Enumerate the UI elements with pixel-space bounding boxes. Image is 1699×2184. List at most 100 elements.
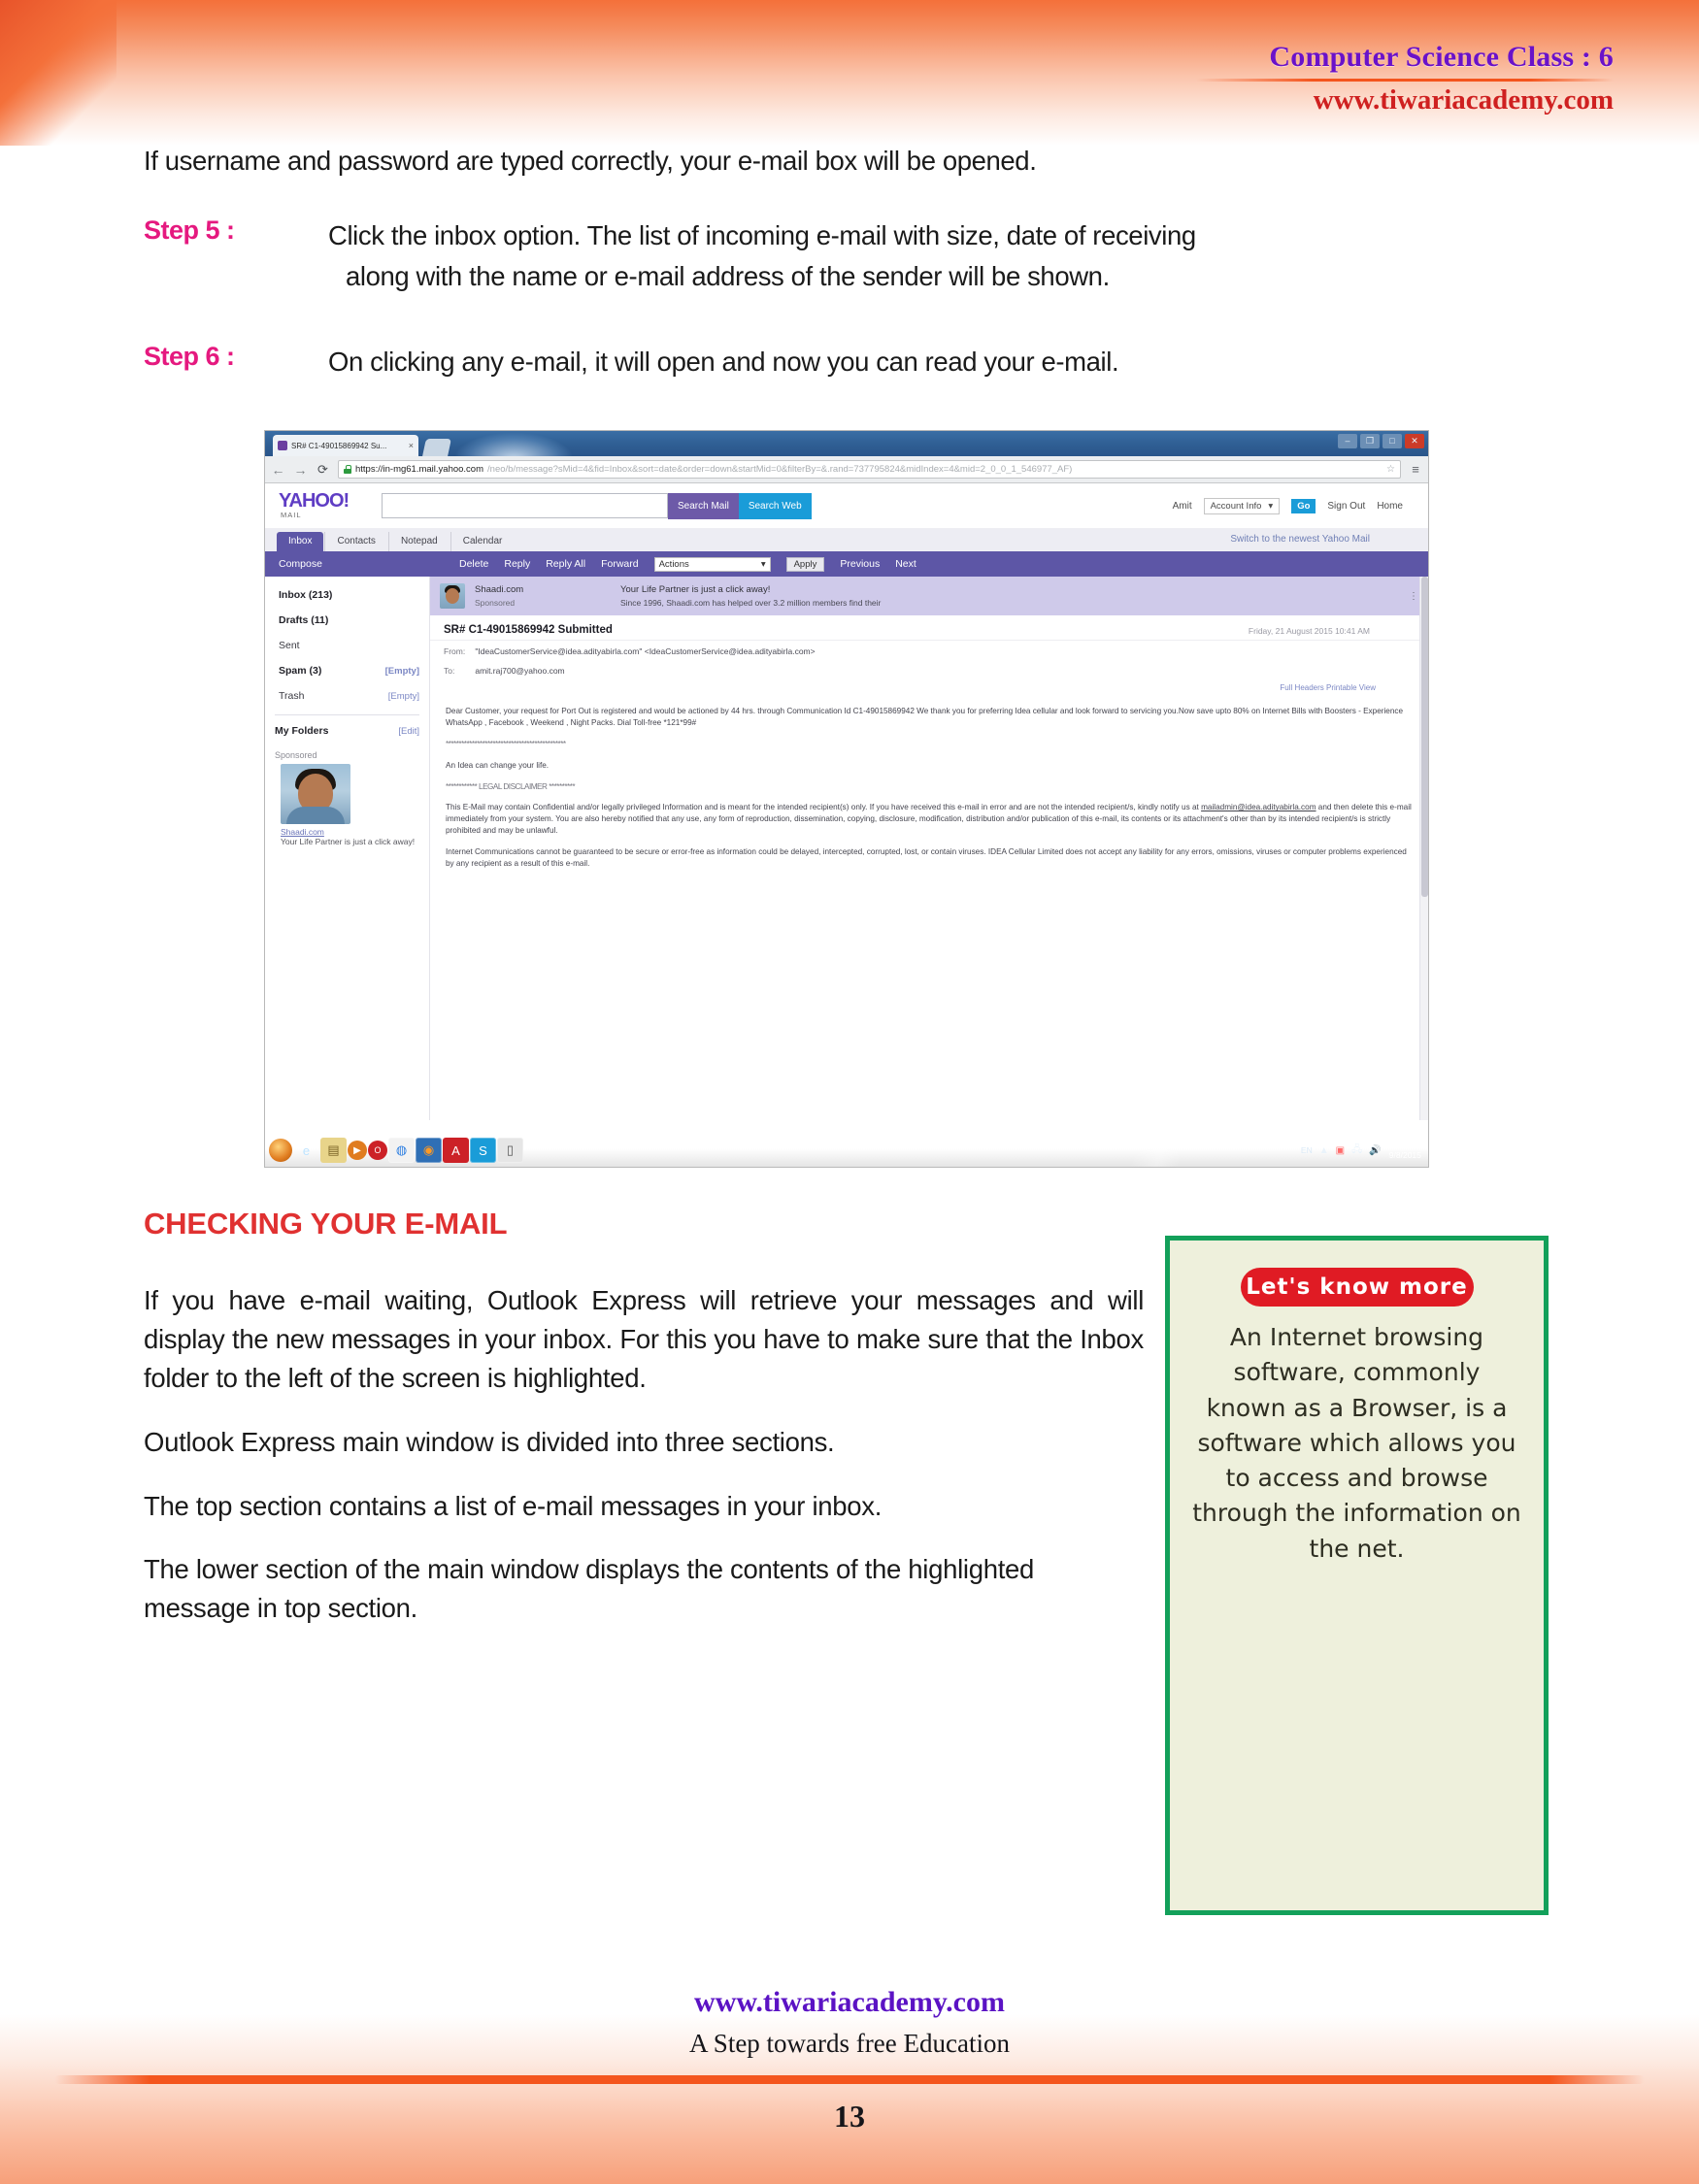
message-reading-pane: Shaadi.com Sponsored Your Life Partner i… xyxy=(430,577,1428,1120)
tab-notepad[interactable]: Notepad xyxy=(387,532,450,551)
system-tray: EN ▲ ▣ 🖧 🔊 11:04 AM 9/8/2015 xyxy=(1301,1140,1422,1160)
skype-icon[interactable]: S xyxy=(470,1138,496,1163)
forward-icon[interactable]: → xyxy=(293,462,308,478)
actions-dropdown[interactable]: Actions ▾ xyxy=(653,556,771,572)
sponsored-ad-link[interactable]: Shaadi.com xyxy=(265,827,429,837)
reply-button[interactable]: Reply xyxy=(504,558,530,570)
folder-trash-empty-link[interactable]: [Empty] xyxy=(388,691,419,702)
reload-icon[interactable]: ⟳ xyxy=(316,462,330,478)
folder-spam[interactable]: Spam (3) [Empty] xyxy=(265,658,429,683)
show-hidden-icons-icon[interactable]: ▲ xyxy=(1319,1145,1329,1156)
clock[interactable]: 11:04 AM 9/8/2015 xyxy=(1388,1140,1422,1160)
bookmark-star-icon[interactable]: ☆ xyxy=(1386,464,1395,475)
folder-trash[interactable]: Trash [Empty] xyxy=(265,683,429,709)
browser-menu-icon[interactable]: ≡ xyxy=(1409,462,1422,477)
lets-know-more-pill: Let's know more xyxy=(1240,1268,1474,1307)
chevron-down-icon: ▾ xyxy=(760,558,766,570)
tab-contacts[interactable]: Contacts xyxy=(324,532,386,551)
browser-title-bar: SR# C1-49015869942 Su... × – ❐ □ ✕ xyxy=(265,431,1428,456)
search-web-button[interactable]: Search Web xyxy=(738,492,812,519)
yahoo-logo[interactable]: YAHOO! MAIL xyxy=(279,491,368,519)
section-paragraph-2: Outlook Express main window is divided i… xyxy=(144,1426,835,1457)
window-close-button[interactable]: ✕ xyxy=(1405,434,1424,448)
inline-ad-banner[interactable]: Shaadi.com Sponsored Your Life Partner i… xyxy=(430,577,1428,615)
language-indicator[interactable]: EN xyxy=(1301,1145,1313,1155)
start-orb-icon[interactable] xyxy=(269,1139,292,1162)
sponsored-ad-text: Your Life Partner is just a click away! xyxy=(281,837,416,846)
page-number: 13 xyxy=(834,2099,865,2134)
window-minimize-button[interactable]: – xyxy=(1338,434,1357,448)
account-info-label: Account Info xyxy=(1210,500,1262,512)
chrome-icon[interactable]: ◍ xyxy=(388,1138,415,1163)
search-mail-button[interactable]: Search Mail xyxy=(668,492,739,519)
mailadmin-email-link[interactable]: mailadmin@idea.adityabirla.com xyxy=(1201,803,1316,811)
footer-divider xyxy=(54,2075,1645,2084)
browser-tab[interactable]: SR# C1-49015869942 Su... × xyxy=(273,435,418,456)
sign-out-link[interactable]: Sign Out xyxy=(1327,501,1365,512)
address-bar[interactable]: https://in-mg61.mail.yahoo.com /neo/b/me… xyxy=(338,460,1401,479)
step-5-label: Step 5 : xyxy=(144,215,235,245)
opera-icon[interactable]: O xyxy=(368,1141,387,1160)
header-divider xyxy=(1196,79,1614,82)
ad-body-text: Since 1996, Shaadi.com has helped over 3… xyxy=(620,597,882,608)
tab-inbox[interactable]: Inbox xyxy=(277,532,324,551)
embedded-screenshot: SR# C1-49015869942 Su... × – ❐ □ ✕ ← → ⟳… xyxy=(264,430,1429,1168)
folder-drafts-label: Drafts (11) xyxy=(279,614,329,626)
mail-search-input[interactable] xyxy=(382,493,668,518)
previous-button[interactable]: Previous xyxy=(840,558,880,570)
home-link[interactable]: Home xyxy=(1377,501,1403,512)
volume-tray-icon[interactable]: 🔊 xyxy=(1369,1145,1381,1156)
yahoo-logo-sub: MAIL xyxy=(281,511,302,519)
ad-sponsored-tag: Sponsored xyxy=(475,597,516,608)
footer-tagline: A Step towards free Education xyxy=(689,2029,1010,2058)
tab-close-icon[interactable]: × xyxy=(409,441,414,450)
folder-sent[interactable]: Sent xyxy=(265,633,429,658)
tab-calendar[interactable]: Calendar xyxy=(450,532,515,551)
scrollbar-thumb[interactable] xyxy=(1421,577,1428,897)
switch-to-new-yahoo-mail-link[interactable]: Switch to the newest Yahoo Mail xyxy=(1230,534,1370,545)
next-button[interactable]: Next xyxy=(895,558,916,570)
browser-toolbar: ← → ⟳ https://in-mg61.mail.yahoo.com /ne… xyxy=(265,456,1428,483)
antivirus-tray-icon[interactable]: ▣ xyxy=(1336,1145,1345,1156)
back-icon[interactable]: ← xyxy=(271,462,285,478)
firefox-icon[interactable]: ◉ xyxy=(416,1138,442,1163)
ad-copy: Your Life Partner is just a click away! … xyxy=(620,583,881,609)
media-player-icon[interactable]: ▶ xyxy=(348,1141,367,1160)
folder-inbox[interactable]: Inbox (213) xyxy=(265,582,429,608)
url-domain: https://in-mg61.mail.yahoo.com xyxy=(355,464,484,475)
adobe-reader-icon[interactable]: A xyxy=(443,1138,469,1163)
section-paragraph-1: If you have e-mail waiting, Outlook Expr… xyxy=(144,1285,1144,1393)
reply-all-button[interactable]: Reply All xyxy=(546,558,585,570)
my-folders-header[interactable]: My Folders [Edit] xyxy=(265,721,429,741)
folder-spam-empty-link[interactable]: [Empty] xyxy=(385,666,419,677)
my-folders-edit-link[interactable]: [Edit] xyxy=(398,726,419,737)
window-maximize-button[interactable]: □ xyxy=(1383,434,1402,448)
reading-pane-scrollbar[interactable] xyxy=(1419,577,1428,1120)
header-website-url: www.tiwariacademy.com xyxy=(1313,84,1614,116)
folder-drafts[interactable]: Drafts (11) xyxy=(265,608,429,633)
from-label: From: xyxy=(444,646,466,656)
forward-button[interactable]: Forward xyxy=(601,558,639,570)
yahoo-mail-header: YAHOO! MAIL Search Mail Search Web Amit … xyxy=(265,483,1428,545)
window-restore-button[interactable]: ❐ xyxy=(1360,434,1380,448)
go-button[interactable]: Go xyxy=(1291,498,1316,513)
message-header: SR# C1-49015869942 Submitted Friday, 21 … xyxy=(430,615,1428,641)
apply-button[interactable]: Apply xyxy=(785,556,825,572)
username-label: Amit xyxy=(1172,500,1192,512)
explorer-folder-icon[interactable]: ▤ xyxy=(320,1138,347,1163)
compose-button[interactable]: Compose xyxy=(279,558,444,570)
footer-website-url: www.tiwariacademy.com xyxy=(694,1986,1005,2018)
delete-button[interactable]: Delete xyxy=(459,558,488,570)
internet-explorer-icon[interactable]: e xyxy=(293,1138,319,1163)
full-headers-link[interactable]: Full Headers Printable View xyxy=(430,676,1428,696)
sponsored-ad-image[interactable] xyxy=(281,764,350,824)
mail-action-toolbar: Compose Delete Reply Reply All Forward A… xyxy=(265,551,1428,577)
network-tray-icon[interactable]: 🖧 xyxy=(1351,1142,1362,1159)
ad-advertiser-name: Shaadi.com xyxy=(475,583,524,595)
new-tab-button[interactable] xyxy=(422,439,451,456)
app-icon[interactable]: ▯ xyxy=(497,1138,523,1163)
message-date: Friday, 21 August 2015 10:41 AM xyxy=(1248,626,1370,636)
ad-menu-icon[interactable]: ⋮ xyxy=(1409,591,1418,602)
browser-tab-title: SR# C1-49015869942 Su... xyxy=(291,441,387,450)
account-info-dropdown[interactable]: Account Info ▾ xyxy=(1203,497,1281,514)
